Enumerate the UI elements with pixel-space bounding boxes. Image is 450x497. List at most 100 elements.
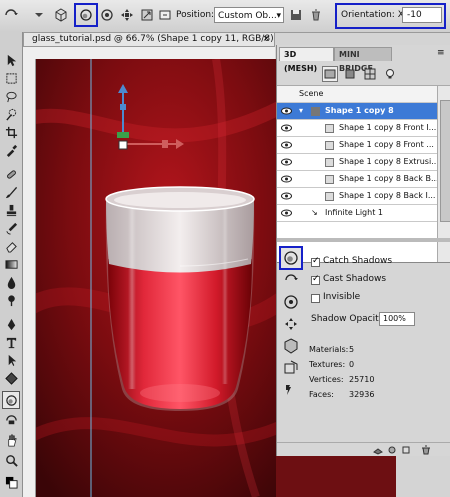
3d-object-rotate-icon[interactable]: [52, 6, 70, 24]
meshes-filter-icon[interactable]: [343, 67, 357, 81]
list-item[interactable]: Shape 1 copy 8 Back I...: [277, 188, 437, 205]
light-guide-icon[interactable]: [281, 380, 301, 400]
eye-icon[interactable]: [279, 189, 293, 203]
history-brush-tool-icon[interactable]: [3, 220, 19, 236]
catch-shadows-label: Catch Shadows: [323, 256, 393, 266]
3d-object-roll-icon[interactable]: [279, 246, 303, 270]
invisible-label: Invisible: [323, 292, 361, 302]
vertical-ruler: [23, 59, 36, 497]
zoom-tool-icon[interactable]: [3, 452, 19, 468]
delete-position-icon[interactable]: [307, 6, 325, 24]
3d-mesh-slide-icon[interactable]: [281, 314, 301, 334]
vertices-label: Vertices:: [309, 375, 344, 384]
3d-camera-rotate-tool-icon[interactable]: [3, 412, 19, 428]
list-item[interactable]: Shape 1 copy 8 Extrusi...: [277, 154, 437, 171]
list-item[interactable]: Shape 1 copy 8 Front I...: [277, 120, 437, 137]
panel-footer: [277, 442, 450, 457]
toggle-ground-plane-icon[interactable]: [373, 445, 383, 455]
pen-tool-icon[interactable]: [3, 316, 19, 332]
dropdown-arrow-icon[interactable]: [30, 6, 48, 24]
3d-mesh-scale-icon[interactable]: [281, 336, 301, 356]
list-item[interactable]: ▾ Shape 1 copy 8: [277, 103, 437, 120]
path-selection-tool-icon[interactable]: [3, 352, 19, 368]
toggle-light-guides-icon[interactable]: [387, 445, 397, 455]
shadow-opacity-input[interactable]: 100%: [379, 312, 415, 326]
eyedropper-tool-icon[interactable]: [3, 142, 19, 158]
canvas[interactable]: [36, 59, 278, 497]
catch-shadows-checkbox[interactable]: [311, 256, 320, 267]
lasso-tool-icon[interactable]: [3, 88, 19, 104]
3d-rotate-tool-icon[interactable]: [2, 6, 20, 24]
spot-healing-tool-icon[interactable]: [3, 166, 19, 182]
materials-value: 5: [349, 345, 355, 354]
clone-stamp-tool-icon[interactable]: [3, 202, 19, 218]
eye-icon[interactable]: [279, 138, 293, 152]
close-icon[interactable]: ×: [262, 33, 270, 46]
orientation-label: Orientation: X:: [341, 10, 407, 20]
material-icon: [325, 158, 334, 167]
3d-object-rotate-tool-icon[interactable]: [2, 391, 20, 409]
position-label: Position:: [176, 10, 215, 20]
hand-tool-icon[interactable]: [3, 432, 19, 448]
scrollbar-thumb[interactable]: [440, 100, 450, 222]
3d-object-roll-icon[interactable]: [74, 3, 98, 27]
scene-tree: Scene ▾ Shape 1 copy 8 Shape 1 copy 8 Fr…: [277, 86, 450, 263]
new-light-icon[interactable]: [401, 445, 411, 455]
blur-tool-icon[interactable]: [3, 274, 19, 290]
eraser-tool-icon[interactable]: [3, 238, 19, 254]
list-item[interactable]: Scene: [277, 86, 437, 103]
canvas-artwork: [36, 59, 278, 497]
document-title: glass_tutorial.psd @ 66.7% (Shape 1 copy…: [32, 34, 275, 44]
tab-mini-bridge[interactable]: MINI BRIDGE: [334, 47, 392, 73]
options-bar: Position: Custom Ob...▾ Orientation: X: …: [0, 0, 450, 33]
3d-mesh-rotate-icon[interactable]: [281, 270, 301, 290]
panel-menu-icon[interactable]: ≡: [437, 48, 445, 58]
3d-mesh-pan-icon[interactable]: [281, 292, 301, 312]
3d-panel: 3D (MESH) MINI BRIDGE ≡ Scene ▾ Shape 1 …: [276, 45, 450, 456]
quick-selection-tool-icon[interactable]: [3, 106, 19, 122]
brush-tool-icon[interactable]: [3, 184, 19, 200]
delete-icon[interactable]: [421, 445, 431, 455]
list-item[interactable]: Shape 1 copy 8 Back B...: [277, 171, 437, 188]
material-icon: [325, 192, 334, 201]
orientation-x-input[interactable]: -10: [402, 7, 442, 23]
gradient-tool-icon[interactable]: [3, 256, 19, 272]
document-tab[interactable]: glass_tutorial.psd @ 66.7% (Shape 1 copy…: [23, 32, 275, 47]
tab-3d-mesh[interactable]: 3D (MESH): [279, 47, 334, 73]
lights-filter-icon[interactable]: [383, 67, 397, 81]
shape-tool-icon[interactable]: [3, 370, 19, 386]
chevron-down-icon: ▾: [276, 11, 281, 21]
marquee-tool-icon[interactable]: [3, 70, 19, 86]
list-item[interactable]: Shape 1 copy 8 Front ...: [277, 137, 437, 154]
whole-scene-filter-icon[interactable]: [322, 66, 338, 82]
return-to-initial-position-icon[interactable]: [156, 6, 174, 24]
vertices-value: 25710: [349, 375, 375, 384]
type-tool-icon[interactable]: [3, 334, 19, 350]
color-swatches-icon[interactable]: [3, 474, 19, 490]
dodge-tool-icon[interactable]: [3, 292, 19, 308]
scene-scrollbar[interactable]: [437, 86, 450, 262]
3d-object-pan-icon[interactable]: [98, 6, 116, 24]
save-position-icon[interactable]: [287, 6, 305, 24]
scene-filter-bar: [277, 63, 450, 86]
crop-tool-icon[interactable]: [3, 124, 19, 140]
light-icon: ↘: [311, 208, 318, 217]
faces-label: Faces:: [309, 390, 334, 399]
cast-shadows-checkbox[interactable]: [311, 274, 320, 285]
eye-icon[interactable]: [279, 155, 293, 169]
position-dropdown[interactable]: Custom Ob... ▾: [214, 7, 284, 23]
textures-label: Textures:: [309, 360, 346, 369]
invisible-checkbox[interactable]: [311, 294, 320, 303]
list-item[interactable]: ↘ Infinite Light 1: [277, 205, 437, 222]
3d-object-scale-icon[interactable]: [138, 6, 156, 24]
move-tool-icon[interactable]: [3, 52, 19, 68]
render-settings-icon[interactable]: [281, 358, 301, 378]
eye-icon[interactable]: [279, 206, 293, 220]
eye-icon[interactable]: [279, 172, 293, 186]
materials-filter-icon[interactable]: [363, 67, 377, 81]
eye-icon[interactable]: [279, 104, 293, 118]
cast-shadows-label: Cast Shadows: [323, 274, 387, 284]
3d-object-slide-icon[interactable]: [118, 6, 136, 24]
chevron-down-icon[interactable]: ▾: [299, 103, 303, 119]
eye-icon[interactable]: [279, 121, 293, 135]
